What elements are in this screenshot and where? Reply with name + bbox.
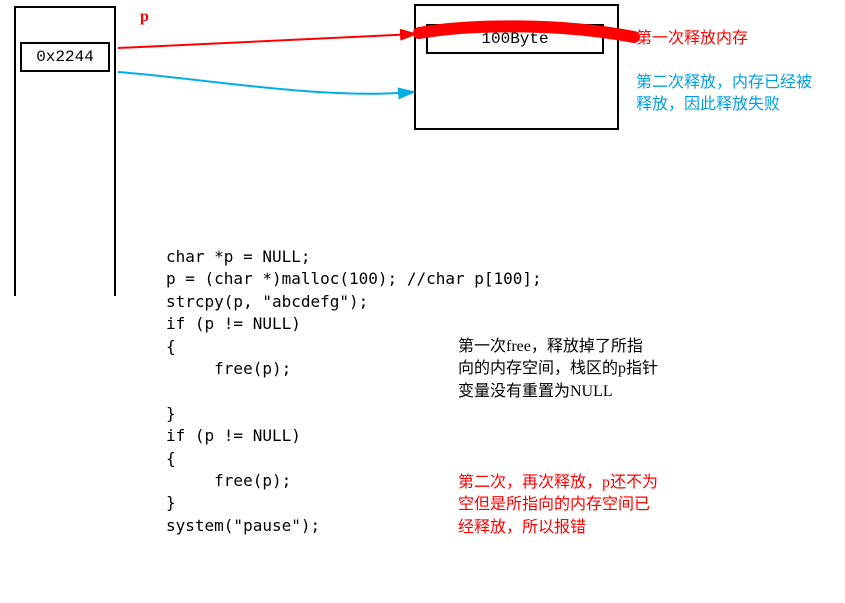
heap-block: [414, 4, 619, 130]
stack-address-box: 0x2244: [20, 42, 110, 72]
heap-size-label: 100Byte: [481, 30, 548, 48]
annotation-second-free: 第二次释放，内存已经被释放，因此释放失败: [636, 72, 826, 117]
note-first-free: 第一次free，释放掉了所指向的内存空间，栈区的p指针变量没有重置为NULL: [458, 336, 658, 403]
stack-address: 0x2244: [36, 48, 94, 66]
pointer-p: p: [140, 8, 149, 25]
note-second-free: 第二次，再次释放，p还不为空但是所指向的内存空间已经释放，所以报错: [458, 472, 658, 539]
pointer-label: p: [140, 8, 149, 26]
first-free-text: 第一次释放内存: [636, 30, 748, 47]
note-second-text: 第二次，再次释放，p还不为空但是所指向的内存空间已经释放，所以报错: [458, 474, 658, 536]
annotation-first-free: 第一次释放内存: [636, 24, 836, 48]
second-free-text: 第二次释放，内存已经被释放，因此释放失败: [636, 74, 812, 113]
note-first-text: 第一次free，释放掉了所指向的内存空间，栈区的p指针变量没有重置为NULL: [458, 338, 658, 400]
heap-size-box: 100Byte: [426, 24, 604, 54]
